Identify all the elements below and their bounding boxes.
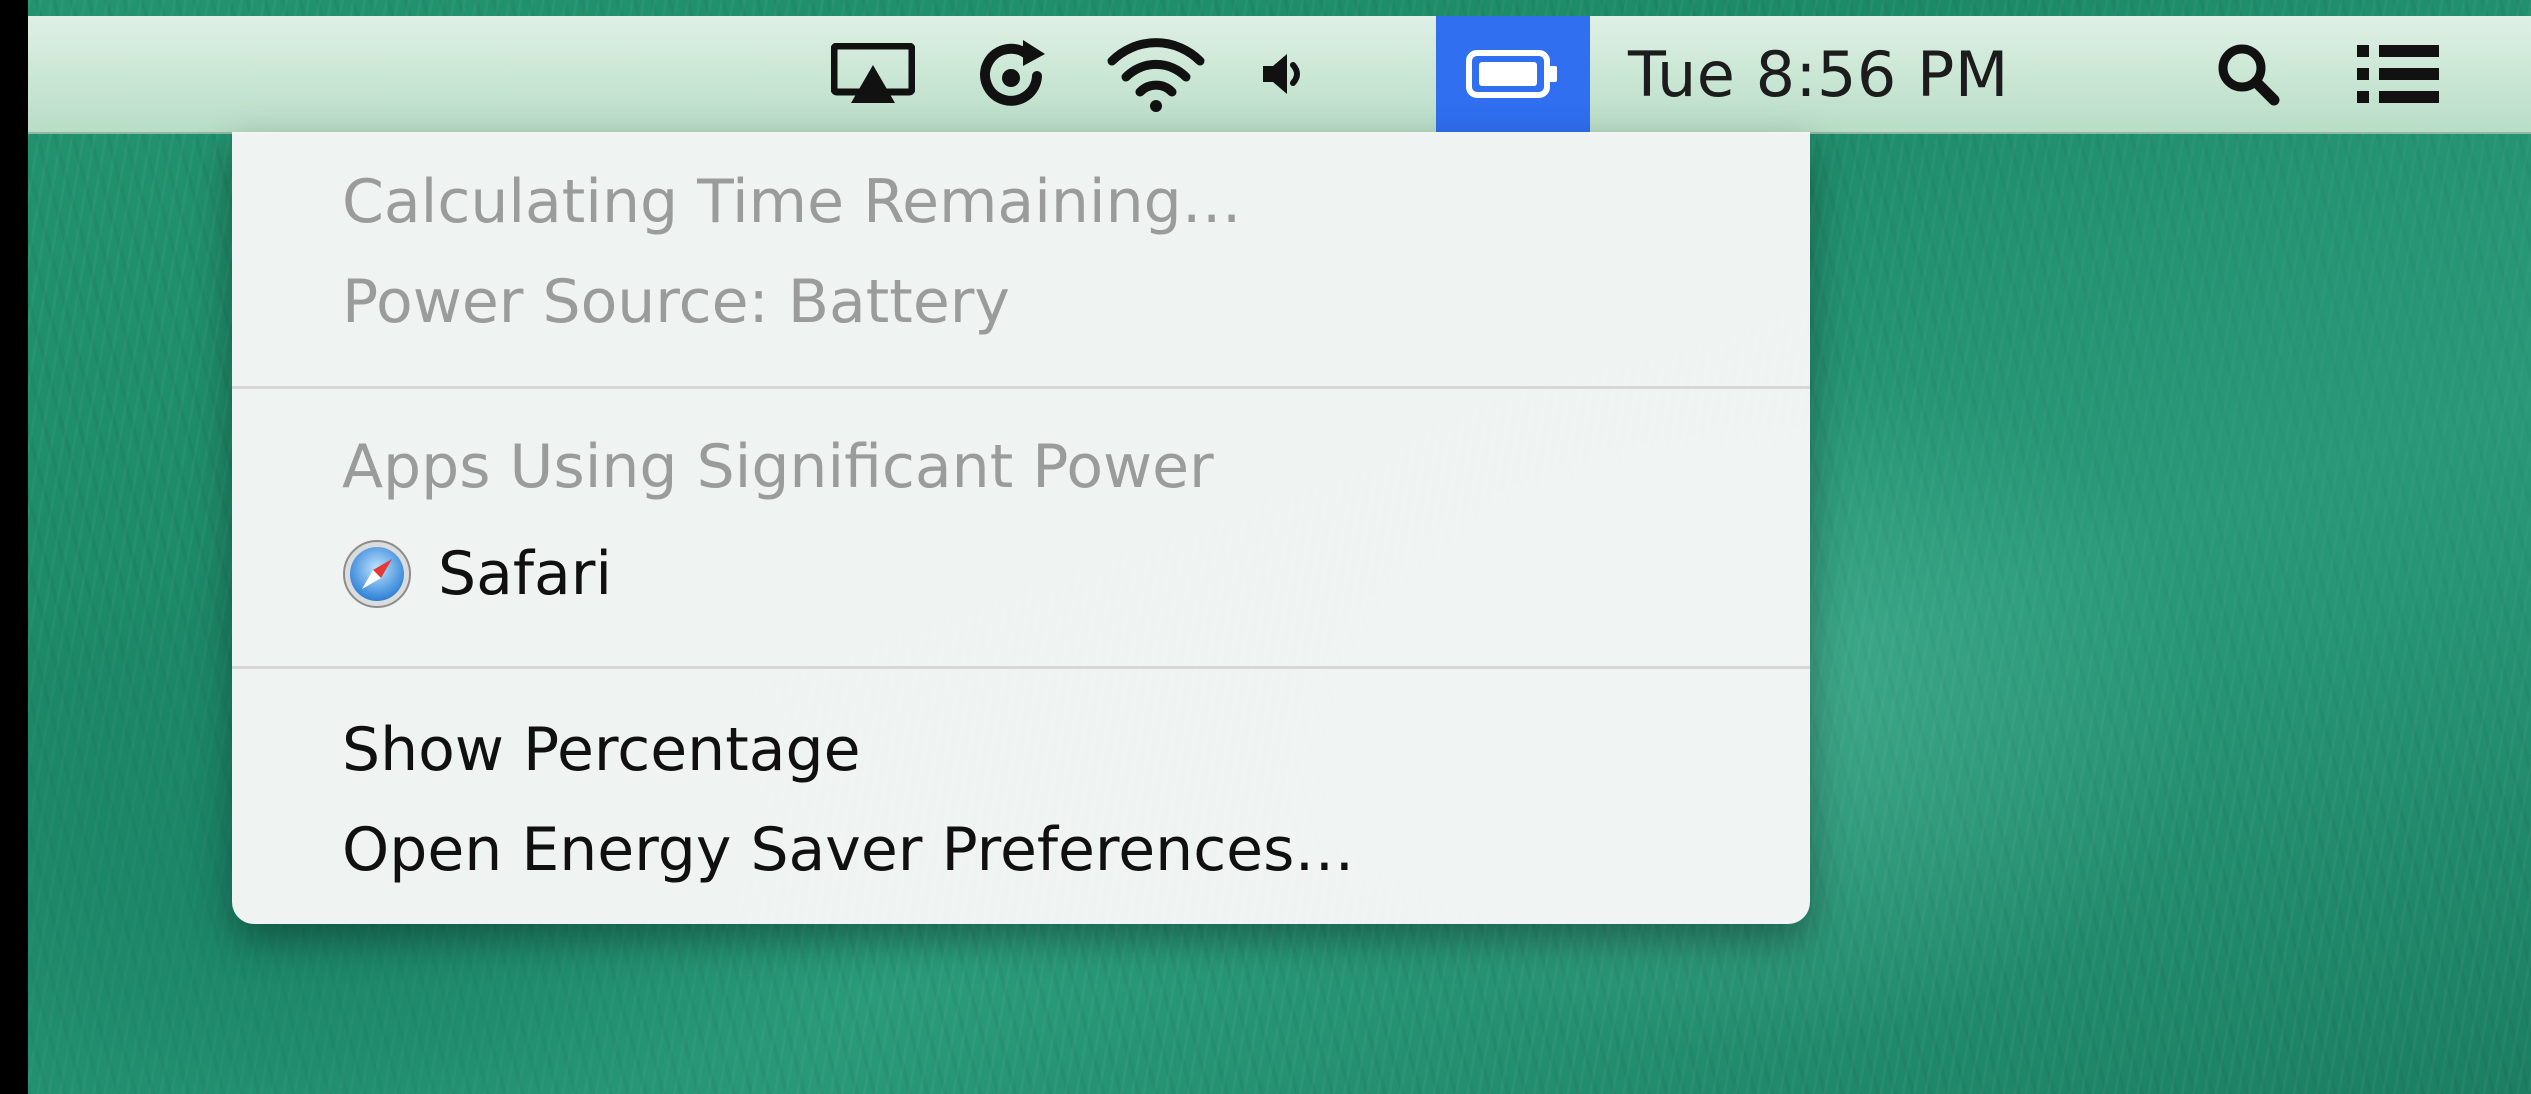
- menu-separator: [232, 386, 1810, 389]
- wifi-icon: [1106, 35, 1206, 113]
- desktop-wallpaper: Tue 8:56 PM Calculating Time Remaining… …: [28, 0, 2531, 1094]
- spotlight-menu-extra[interactable]: [2198, 16, 2298, 132]
- wifi-menu-extra[interactable]: [1086, 16, 1226, 132]
- airplay-menu-extra[interactable]: [808, 16, 938, 132]
- notification-center-icon: [2355, 41, 2441, 107]
- apps-using-power-header: Apps Using Significant Power: [342, 432, 1214, 502]
- time-machine-icon: [973, 34, 1053, 114]
- safari-icon: [342, 539, 412, 609]
- spotlight-search-icon: [2216, 42, 2280, 106]
- menu-bar: Tue 8:56 PM: [28, 16, 2531, 134]
- battery-icon: [1465, 48, 1561, 100]
- power-source-status: Power Source: Battery: [342, 267, 1010, 337]
- airplay-icon: [831, 43, 915, 105]
- app-item-safari[interactable]: Safari: [342, 524, 612, 624]
- show-percentage-item[interactable]: Show Percentage: [342, 700, 861, 800]
- open-energy-saver-preferences-item[interactable]: Open Energy Saver Preferences…: [342, 800, 1354, 900]
- menu-separator: [232, 666, 1810, 669]
- notification-center-menu-extra[interactable]: [2338, 16, 2458, 132]
- app-name-label: Safari: [438, 539, 613, 609]
- time-remaining-status: Calculating Time Remaining…: [342, 167, 1242, 237]
- battery-dropdown-menu: Calculating Time Remaining… Power Source…: [232, 132, 1810, 924]
- menu-bar-clock[interactable]: Tue 8:56 PM: [1628, 16, 2128, 132]
- volume-icon: [1259, 51, 1309, 97]
- volume-menu-extra[interactable]: [1244, 16, 1324, 132]
- time-machine-menu-extra[interactable]: [958, 16, 1068, 132]
- battery-menu-extra[interactable]: [1436, 16, 1590, 132]
